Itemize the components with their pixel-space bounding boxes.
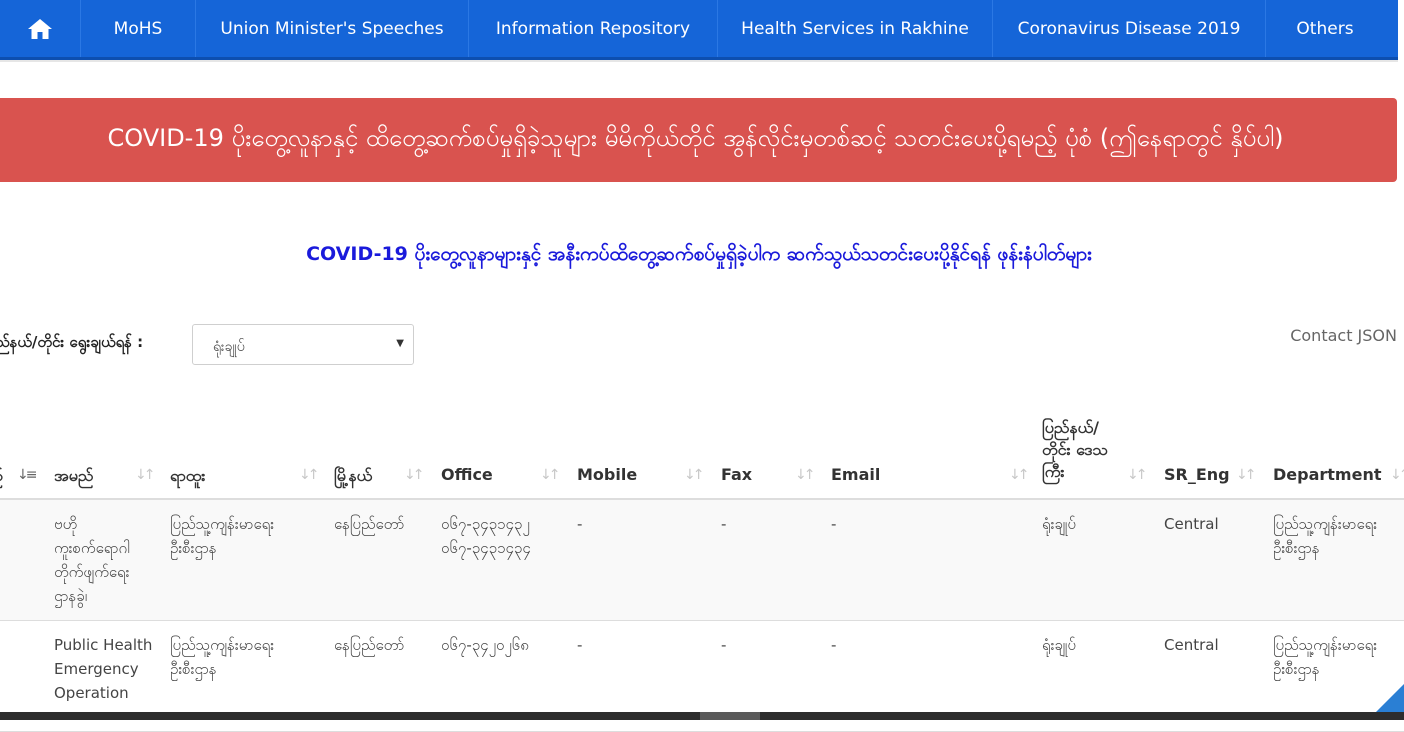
- contact-json-link[interactable]: Contact JSON: [1290, 326, 1397, 345]
- region-select[interactable]: ရုံးချုပ် ▼: [192, 324, 414, 365]
- cell-city: နေပြည်တော်: [334, 515, 405, 533]
- sort-icon[interactable]: ↓↑: [1127, 467, 1148, 483]
- cell-region: ရုံးချုပ်: [1042, 636, 1076, 654]
- sort-icon[interactable]: ↓↑: [1009, 467, 1030, 483]
- sort-desc-icon[interactable]: ↓≡: [17, 467, 38, 483]
- header-office[interactable]: Office: [441, 465, 493, 484]
- cell-department: ပြည်သူ့ကျန်းမာရေး ဦးစီးဌာန: [1273, 515, 1378, 557]
- nav-item-speeches[interactable]: Union Minister's Speeches: [196, 0, 469, 57]
- cell-position: ပြည်သူ့ကျန်းမာရေး ဦးစီးဌာန: [170, 636, 275, 678]
- table-row: ဗဟို ကူးစက်ရောဂါ တိုက်ဖျက်ရေး ဌာနခွဲ၊ ပြ…: [0, 500, 1404, 621]
- cell-mobile: -: [577, 515, 583, 533]
- sort-icon[interactable]: ↓↑: [135, 467, 156, 483]
- sort-icon[interactable]: ↓↑: [404, 467, 425, 483]
- header-name[interactable]: အမည်: [54, 465, 93, 489]
- cell-sr-eng: Central: [1164, 636, 1219, 654]
- home-icon: [28, 18, 52, 39]
- scroll-to-top-corner[interactable]: [1376, 684, 1404, 712]
- chevron-down-icon: ▼: [396, 338, 404, 349]
- cell-email: -: [831, 515, 837, 533]
- covid-report-form-banner[interactable]: COVID-19 ပိုးတွေ့လူနာနှင့် ထိတွေ့ဆက်စပ်မ…: [0, 98, 1397, 182]
- header-email[interactable]: Email: [831, 465, 880, 484]
- home-button[interactable]: [0, 0, 81, 57]
- header-mobile[interactable]: Mobile: [577, 465, 637, 484]
- sort-icon[interactable]: ↓↑: [540, 467, 561, 483]
- os-taskbar: [0, 712, 1404, 720]
- header-fax[interactable]: Fax: [721, 465, 752, 484]
- cell-position: ပြည်သူ့ကျန်းမာရေး ဦးစီးဌာန: [170, 515, 275, 557]
- top-navigation: MoHS Union Minister's Speeches Informati…: [0, 0, 1398, 60]
- sort-icon[interactable]: ↓↑: [684, 467, 705, 483]
- sort-icon[interactable]: ↓↑: [1390, 467, 1404, 483]
- header-region[interactable]: ပြည်နယ်/ တိုင်း ဒေသကြီး: [1042, 417, 1122, 483]
- sort-icon[interactable]: ↓↑: [795, 467, 816, 483]
- cell-region: ရုံးချုပ်: [1042, 515, 1076, 533]
- region-select-value: ရုံးချုပ်: [213, 339, 245, 355]
- nav-item-others[interactable]: Others: [1266, 0, 1384, 57]
- cell-mobile: -: [577, 636, 583, 654]
- header-sr-eng[interactable]: SR_Eng: [1164, 465, 1230, 484]
- cell-office: ၀၆၇-၃၄၃၁၄၃၂ ၀၆၇-၃၄၃၁၄၃၄: [441, 515, 531, 557]
- banner-text[interactable]: COVID-19 ပိုးတွေ့လူနာနှင့် ထိတွေ့ဆက်စပ်မ…: [107, 122, 1283, 158]
- region-filter-label: ပြည်နယ်/တိုင်း ရွေးချယ်ရန် :: [0, 333, 144, 351]
- cell-fax: -: [721, 515, 727, 533]
- nav-item-coronavirus[interactable]: Coronavirus Disease 2019: [993, 0, 1266, 57]
- header-department[interactable]: Department: [1273, 465, 1381, 484]
- cell-name: ဗဟို ကူးစက်ရောဂါ တိုက်ဖျက်ရေး ဌာနခွဲ၊: [54, 515, 130, 605]
- cell-sr-eng: Central: [1164, 515, 1219, 533]
- nav-item-health-services-rakhine[interactable]: Health Services in Rakhine: [718, 0, 993, 57]
- header-city[interactable]: မြို့နယ်: [334, 465, 372, 489]
- cell-name: Public Health Emergency Operation: [54, 636, 153, 702]
- nav-item-information-repository[interactable]: Information Repository: [469, 0, 718, 57]
- table-header: ဉ် ↓≡ အမည် ↓↑ ရာထူး ↓↑ မြို့နယ် ↓↑ Offic…: [0, 400, 1404, 500]
- cell-fax: -: [721, 636, 727, 654]
- cell-department: ပြည်သူ့ကျန်းမာရေး ဦးစီးဌာန: [1273, 636, 1378, 678]
- cell-city: နေပြည်တော်: [334, 636, 405, 654]
- page-subtitle: COVID-19 ပိုးတွေ့လူနာများနှင့် အနီးကပ်ထိ…: [306, 243, 1092, 265]
- header-position[interactable]: ရာထူး: [170, 465, 205, 489]
- cell-office: ၀၆၇-၃၄၂၀၂၆၈: [441, 636, 529, 654]
- cell-email: -: [831, 636, 837, 654]
- taskbar-item[interactable]: [700, 712, 760, 720]
- sort-icon[interactable]: ↓↑: [1236, 467, 1257, 483]
- nav-divider: [0, 60, 1398, 62]
- nav-item-mohs[interactable]: MoHS: [81, 0, 196, 57]
- contacts-table: ဉ် ↓≡ အမည် ↓↑ ရာထူး ↓↑ မြို့နယ် ↓↑ Offic…: [0, 400, 1404, 732]
- sort-icon[interactable]: ↓↑: [299, 467, 320, 483]
- header-first-col[interactable]: ဉ်: [0, 465, 3, 489]
